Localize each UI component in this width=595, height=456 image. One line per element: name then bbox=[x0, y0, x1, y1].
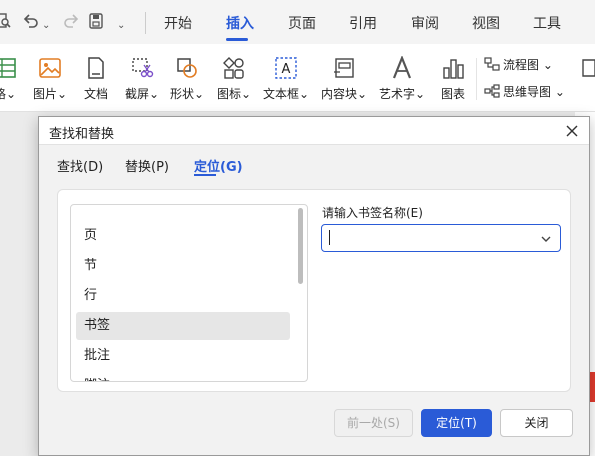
tab-insert[interactable]: 插入 bbox=[226, 15, 254, 33]
undo-icon[interactable] bbox=[22, 12, 40, 35]
textbox-icon: A bbox=[275, 57, 297, 79]
table-icon bbox=[0, 58, 16, 78]
icon-button[interactable]: 图标⌄ bbox=[214, 52, 254, 108]
shape-label: 形状⌄ bbox=[169, 87, 205, 101]
chart-label: 图表 bbox=[440, 87, 465, 101]
chevron-down-icon[interactable] bbox=[540, 233, 552, 243]
document-label: 文档 bbox=[83, 87, 108, 101]
svg-text:A: A bbox=[282, 62, 291, 77]
more-tools-icon bbox=[582, 59, 595, 77]
tab-view[interactable]: 视图 bbox=[472, 15, 500, 33]
top-menu-bar: ⌄ ⌄ 开始 插入 页面 引用 审阅 视图 工具 bbox=[0, 0, 595, 44]
divider bbox=[476, 58, 477, 100]
wordart-icon bbox=[392, 56, 412, 79]
mindmap-icon bbox=[484, 84, 500, 98]
find-replace-dialog: 查找和替换 查找(D) 替换(P) 定位(G) 页 节 行 书签 批注 脚注 请… bbox=[38, 116, 590, 456]
picture-label: 图片⌄ bbox=[32, 87, 68, 101]
content-block-button[interactable]: 内容块⌄ bbox=[319, 52, 369, 108]
tab-replace[interactable]: 替换(P) bbox=[125, 156, 169, 175]
list-scrollbar-thumb[interactable] bbox=[298, 208, 303, 284]
tab-find[interactable]: 查找(D) bbox=[57, 156, 103, 175]
mindmap-button[interactable]: 思维导图 ⌄ bbox=[484, 84, 565, 100]
tab-page[interactable]: 页面 bbox=[288, 15, 316, 33]
text-caret bbox=[329, 230, 330, 245]
more-ribbon-button[interactable] bbox=[578, 52, 595, 108]
previous-button: 前一处(S) bbox=[334, 409, 413, 437]
wordart-label: 艺术字⌄ bbox=[378, 87, 426, 101]
list-item-section[interactable]: 节 bbox=[76, 252, 290, 280]
close-icon[interactable] bbox=[561, 120, 583, 142]
textbox-label: 文本框⌄ bbox=[262, 87, 310, 101]
bookmark-name-combobox[interactable] bbox=[321, 224, 561, 252]
screenshot-button[interactable]: 截屏⌄ bbox=[122, 52, 162, 108]
active-tab-indicator bbox=[226, 38, 248, 41]
textbox-button[interactable]: A 文本框⌄ bbox=[261, 52, 311, 108]
tab-tools[interactable]: 工具 bbox=[533, 15, 561, 33]
bookmark-name-label: 请输入书签名称(E) bbox=[322, 206, 423, 220]
content-block-icon bbox=[334, 58, 354, 78]
list-item-line[interactable]: 行 bbox=[76, 282, 290, 310]
tab-references[interactable]: 引用 bbox=[349, 15, 377, 33]
divider bbox=[145, 12, 146, 34]
chart-button[interactable]: 图表 bbox=[435, 52, 471, 108]
list-item-bookmark[interactable]: 书签 bbox=[76, 312, 290, 340]
list-item-comment[interactable]: 批注 bbox=[76, 342, 290, 370]
dialog-titlebar[interactable]: 查找和替换 bbox=[39, 117, 589, 145]
tab-review[interactable]: 审阅 bbox=[411, 15, 439, 33]
find-icon[interactable] bbox=[0, 12, 12, 35]
flowchart-button[interactable]: 流程图 ⌄ bbox=[484, 57, 553, 73]
shape-button[interactable]: 形状⌄ bbox=[167, 52, 207, 108]
tab-home[interactable]: 开始 bbox=[164, 15, 192, 33]
table-button[interactable]: 格⌄ bbox=[0, 52, 16, 108]
picture-button[interactable]: 图片⌄ bbox=[30, 52, 70, 108]
goto-target-list[interactable]: 页 节 行 书签 批注 脚注 bbox=[70, 204, 308, 382]
document-button[interactable]: 文档 bbox=[78, 52, 114, 108]
tab-goto[interactable]: 定位(G) bbox=[194, 156, 243, 175]
icons-gallery-icon bbox=[223, 57, 244, 79]
goto-panel: 页 节 行 书签 批注 脚注 请输入书签名称(E) bbox=[57, 189, 571, 392]
screenshot-label: 截屏⌄ bbox=[124, 87, 160, 101]
icon-label: 图标⌄ bbox=[216, 87, 252, 101]
chart-icon bbox=[443, 59, 464, 79]
wordart-button[interactable]: 艺术字⌄ bbox=[377, 52, 427, 108]
content-block-label: 内容块⌄ bbox=[320, 87, 368, 101]
save-icon[interactable] bbox=[88, 12, 104, 35]
document-icon bbox=[88, 57, 104, 79]
flowchart-icon bbox=[484, 57, 500, 71]
active-tab-indicator bbox=[194, 174, 216, 176]
dialog-title: 查找和替换 bbox=[49, 127, 115, 142]
more-dropdown-icon[interactable]: ⌄ bbox=[117, 16, 125, 36]
table-label: 格⌄ bbox=[0, 87, 17, 101]
list-item-page[interactable]: 页 bbox=[76, 222, 290, 250]
goto-button[interactable]: 定位(T) bbox=[421, 409, 492, 437]
undo-dropdown-icon[interactable]: ⌄ bbox=[42, 16, 50, 36]
shape-icon bbox=[177, 58, 197, 78]
close-button[interactable]: 关闭 bbox=[500, 409, 573, 437]
insert-ribbon: 格⌄ 图片⌄ 文档 截屏⌄ 形状⌄ 图标⌄ A 文本框⌄ 内容块⌄ 艺术字⌄ 图… bbox=[0, 44, 595, 112]
redo-icon bbox=[62, 12, 80, 35]
picture-icon bbox=[39, 58, 61, 78]
bookmark-name-input[interactable] bbox=[330, 228, 530, 248]
screenshot-icon bbox=[132, 58, 154, 78]
list-item-footnote[interactable]: 脚注 bbox=[76, 372, 290, 381]
